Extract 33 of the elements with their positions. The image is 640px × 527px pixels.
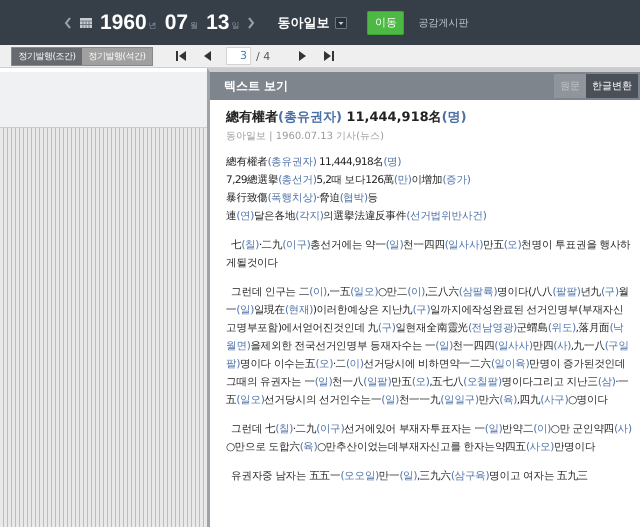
article-subheading: 總有權者(총유권자) 11,444,918名(명) <box>226 155 402 170</box>
go-button[interactable]: 이동 <box>367 10 404 34</box>
article-paragraph: 七(칠)·二九(이구)총선거에는 약一(일)천一四四(일사사)만五(오)천명이 투표권을 행사하게될것이다 <box>226 238 632 271</box>
board-link[interactable]: 공감게시판 <box>418 16 468 30</box>
newspaper-name: 동아일보 <box>277 14 330 32</box>
previous-date-icon[interactable] <box>64 16 72 28</box>
edition-tab[interactable]: 정기발행(석간) <box>82 48 152 64</box>
last-page-icon[interactable] <box>324 51 334 61</box>
article-paragraph: 유권자중 남자는 五五一(오오일)만一(일),三九六(삼구육)명이고 여자는 五九三 <box>230 469 590 484</box>
next-date-icon[interactable] <box>247 16 256 28</box>
article-paragraph: 그런데 七(칠)·二九(이구)선거에있어 부재자투표자는 一(일)반약二(이)○만 군인약四(사) ○만으로 도합六(육)○만추산이었는데부재자신고를 한자는약四五(사오)만명이다 <box>226 422 632 455</box>
next-page-icon[interactable] <box>299 51 306 61</box>
day-unit-text: 일 <box>231 20 240 31</box>
article-byline: 동아일보 | 1960.07.13 기사(뉴스) <box>226 130 385 144</box>
page-input-field[interactable]: 3 <box>226 47 251 65</box>
year-unit-text: 년 <box>148 20 157 31</box>
panel-title: 텍스트 보기 <box>224 78 288 94</box>
article-subheading: 7,29總選擧(총선거)5,2때 보다126萬(만)이增加(증가) <box>226 173 472 188</box>
article-headline: 總有權者(총유권자) 11,444,918名(명) <box>226 109 468 127</box>
month-text: 07 <box>164 10 188 34</box>
page-total-text: / 4 <box>256 50 270 62</box>
edition-tab[interactable]: 정기발행(조간) <box>12 48 82 64</box>
year-text: 1960 <box>100 10 147 34</box>
article-paragraph: 그런데 인구는 二(이),一五(일오)○만二(이),三八六(삼팔륙)명이다(八八(팔팔)년九(구)월一(일)일現在(현재))이러한예상은 지난九(구)일까지에작성완료된 선거인명부(부재자신고명부포함)에서얻어진것인데 九(구)일현재全南靈光(전남영광)군蝟島(위도),落月面(낙월면)을제외한 전국선거인명부 등재자수는 一(일)천一四四(일사사)만四(사),九一八(구일팔)명이다 이수는五(오)·二(이)선거당시에 비하면약一二六(일이육)만명이 증가된것인데 그때의 유권자는 一(일)천一八(일팔)만五(오),五七八(오칠팔)명이다그리고 지난三(삼)·一五(일오)선거당시의 선거인수는一(일)천一一九(일일구)만六(육),四九(사구)○명이다 <box>226 285 630 408</box>
article-subheading: 暴行致傷(폭행치상)·脅迫(협박)등 <box>226 191 379 206</box>
view-mode-button[interactable]: 한글변환 <box>586 74 638 98</box>
article-subheading: 連(연)달은各地(각지)의選擧法違反事件(선거법위반사건) <box>226 209 488 224</box>
calendar-icon[interactable] <box>80 18 92 28</box>
first-page-icon[interactable] <box>176 51 186 61</box>
previous-page-icon[interactable] <box>204 51 211 61</box>
day-text: 13 <box>206 10 230 34</box>
dropdown-caret-icon[interactable] <box>335 16 348 28</box>
month-unit-text: 월 <box>190 20 198 31</box>
